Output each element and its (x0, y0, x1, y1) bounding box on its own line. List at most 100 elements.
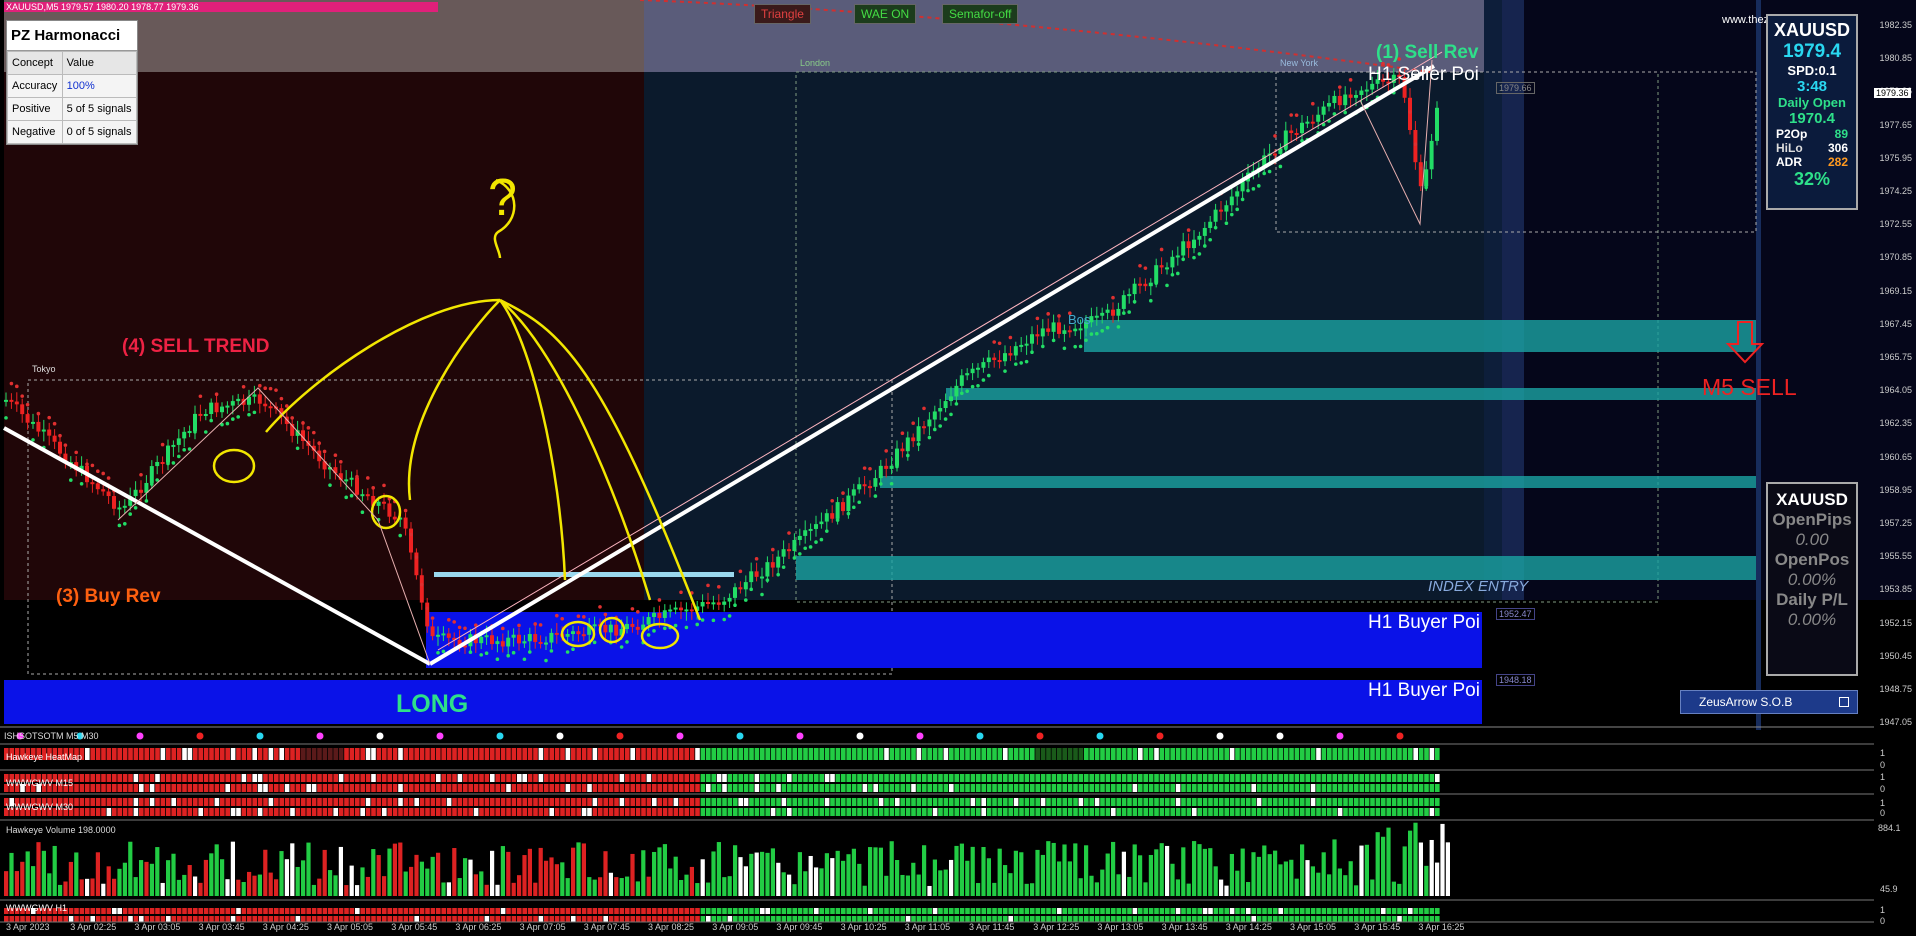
chart-mark (1219, 808, 1224, 816)
chart-mark (500, 846, 505, 896)
chart-mark (1278, 808, 1283, 816)
chart-mark (1289, 908, 1294, 914)
chart-mark (214, 844, 219, 896)
chart-mark (295, 774, 301, 782)
chart-mark (1273, 798, 1278, 806)
chart-mark (733, 774, 738, 782)
triangle-button[interactable]: Triangle (754, 4, 811, 24)
chart-mark (311, 884, 316, 896)
price-tick: 1955.55 (1879, 551, 1912, 562)
chart-mark (900, 448, 905, 452)
chart-mark (814, 867, 819, 896)
chart-mark (1116, 308, 1121, 316)
chart-mark (976, 883, 981, 896)
chart-mark (625, 798, 630, 806)
chart-mark (932, 784, 938, 792)
chart-mark (587, 798, 592, 806)
chart-mark (1186, 883, 1191, 896)
chart-mark (986, 784, 992, 792)
chart-mark (90, 463, 95, 468)
chart-mark (576, 908, 581, 914)
chart-mark (144, 784, 149, 792)
time-tick: 3 Apr 05:45 (391, 922, 438, 932)
chart-mark (403, 871, 408, 896)
chart-mark (835, 748, 841, 760)
chart-mark (630, 623, 635, 627)
chart-mark (722, 784, 727, 792)
chart-mark (441, 798, 446, 806)
chart-mark (1327, 784, 1332, 792)
chart-mark (1073, 843, 1078, 896)
price-tick: 1960.65 (1879, 451, 1912, 462)
chart-mark (711, 798, 716, 806)
chart-mark (328, 483, 332, 487)
chart-mark (722, 877, 727, 896)
chart-mark (787, 531, 791, 535)
chart-mark (1192, 774, 1197, 782)
sob-button[interactable]: ZeusArrow S.O.B (1680, 690, 1858, 714)
chart-mark (241, 882, 246, 896)
chart-mark (738, 908, 743, 914)
chart-mark (1354, 748, 1359, 760)
chart-mark (247, 908, 252, 914)
chart-mark (846, 748, 851, 760)
chart-mark (581, 784, 587, 792)
chart-mark (344, 495, 349, 500)
chart-mark (236, 798, 241, 806)
chart-mark (1143, 808, 1148, 816)
checkbox-icon[interactable] (1839, 697, 1849, 707)
chart-mark (1186, 228, 1191, 232)
chart-mark (895, 798, 900, 806)
chart-mark (1143, 798, 1148, 806)
chart-mark (1278, 916, 1283, 922)
chart-mark (328, 798, 333, 806)
chart-mark (533, 882, 538, 896)
chart-mark (868, 847, 873, 896)
chart-mark (139, 908, 144, 914)
chart-mark (36, 411, 41, 416)
chart-mark (614, 877, 619, 896)
chart-mark (884, 449, 888, 453)
chart-mark (819, 521, 824, 525)
chart-mark (787, 748, 792, 760)
chart-mark (306, 808, 311, 816)
semafor-off-button[interactable]: Semafor-off (942, 4, 1019, 24)
chart-mark (1165, 798, 1170, 806)
chart-mark (1235, 774, 1240, 782)
price-chart[interactable] (0, 0, 1916, 936)
chart-mark (68, 861, 73, 896)
chart-mark (1111, 774, 1116, 782)
chart-mark (1256, 808, 1262, 816)
chart-mark (1327, 798, 1332, 806)
chart-mark (695, 784, 700, 792)
wae-on-button[interactable]: WAE ON (854, 4, 917, 24)
chart-mark (749, 798, 754, 806)
chart-mark (1067, 808, 1073, 816)
chart-mark (970, 384, 975, 389)
chart-mark (603, 784, 608, 792)
chart-mark (819, 784, 824, 792)
chart-mark (1030, 808, 1035, 816)
chart-mark (830, 858, 835, 896)
chart-mark (1008, 353, 1013, 356)
chart-mark (576, 916, 581, 922)
chart-mark (943, 798, 949, 806)
chart-mark (738, 798, 743, 806)
chart-mark (576, 842, 581, 896)
chart-mark (1105, 748, 1111, 760)
chart-mark (830, 784, 835, 792)
chart-mark (549, 908, 554, 914)
chart-mark (365, 774, 371, 782)
chart-mark (1208, 916, 1213, 922)
chart-mark (382, 876, 387, 896)
chart-mark (457, 908, 463, 914)
chart-mark (1278, 164, 1283, 169)
chart-mark (241, 798, 247, 806)
chart-mark (533, 908, 538, 914)
info-p2op: 89 (1834, 127, 1848, 141)
chart-mark (1116, 325, 1121, 329)
chart-mark (1418, 774, 1424, 782)
chart-mark (954, 845, 959, 896)
chart-mark (900, 798, 905, 806)
chart-mark (1127, 784, 1132, 792)
